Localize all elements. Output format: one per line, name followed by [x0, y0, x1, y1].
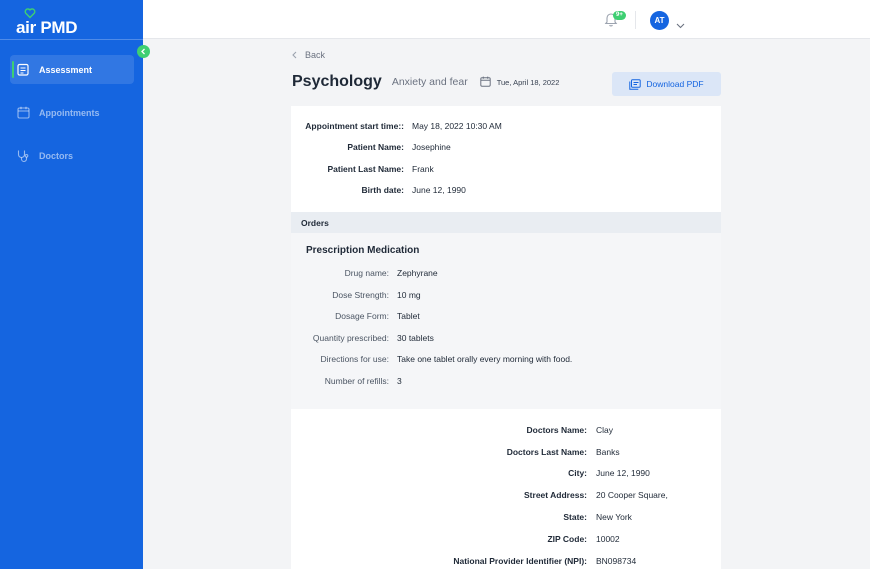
field-value: June 12, 1990 [412, 185, 466, 195]
field-value: Take one tablet orally every morning wit… [397, 354, 573, 364]
calendar-icon [480, 76, 491, 89]
field-label: Quantity prescribed: [312, 333, 389, 343]
field-row: Dosage Form: Tablet [291, 311, 420, 321]
sidebar-item-doctors[interactable]: Doctors [10, 141, 134, 170]
field-row: Patient Last Name: Frank [291, 164, 434, 174]
notification-badge: 9+ [613, 11, 626, 20]
field-row: City: June 12, 1990 [291, 468, 650, 478]
field-value: May 18, 2022 10:30 AM [412, 121, 502, 131]
field-value: 30 tablets [397, 333, 434, 343]
orders-section-header: Orders [291, 212, 721, 233]
field-value: Zephyrane [397, 268, 438, 278]
field-label: ZIP Code: [547, 534, 587, 544]
page-subtitle: Anxiety and fear [391, 76, 468, 88]
back-label: Back [305, 50, 326, 60]
date-text: Tue, April 18, 2022 [496, 77, 560, 87]
download-pdf-button[interactable]: Download PDF [612, 72, 721, 96]
download-pdf-label: Download PDF [646, 79, 704, 89]
sidebar: air PMD Assessment Appointments Doctors [0, 0, 143, 569]
field-value: Clay [596, 425, 614, 435]
chevron-left-icon [292, 51, 297, 59]
field-label: Patient Last Name: [327, 164, 404, 174]
field-value: Josephine [412, 142, 451, 152]
field-value: 10 mg [397, 290, 421, 300]
stethoscope-icon [16, 149, 30, 163]
field-label: Appointment start time:: [305, 121, 404, 131]
field-value: 20 Cooper Square, [596, 490, 668, 500]
pdf-icon [629, 78, 642, 90]
field-row: State: New York [291, 512, 632, 522]
page-header: Psychology Anxiety and fear Tue, April 1… [292, 73, 559, 91]
field-label: City: [568, 468, 587, 478]
field-label: Doctors Last Name: [506, 447, 587, 457]
field-label: Street Address: [524, 490, 587, 500]
user-menu-toggle[interactable] [676, 16, 685, 34]
field-row: Birth date: June 12, 1990 [291, 185, 466, 195]
logo[interactable]: air PMD [16, 8, 78, 38]
clipboard-icon [16, 63, 30, 77]
field-row: Doctors Name: Clay [291, 425, 613, 435]
field-value: Tablet [397, 311, 420, 321]
field-label: Patient Name: [347, 142, 404, 152]
field-row: National Provider Identifier (NPI): BN09… [291, 556, 636, 566]
logo-text: air PMD [16, 18, 78, 37]
field-value: 3 [397, 376, 402, 386]
field-row: Street Address: 20 Cooper Square, [291, 490, 668, 500]
field-label: Dose Strength: [332, 290, 389, 300]
topbar-divider [635, 11, 636, 29]
page-title: Psychology [292, 73, 382, 90]
chevron-down-icon [676, 23, 685, 29]
field-label: Dosage Form: [335, 311, 389, 321]
field-row: Patient Name: Josephine [291, 142, 451, 152]
field-label: State: [563, 512, 587, 522]
field-row: Appointment start time:: May 18, 2022 10… [291, 121, 502, 131]
field-label: Directions for use: [320, 354, 390, 364]
field-value: BN098734 [596, 556, 637, 566]
field-value: New York [596, 512, 632, 522]
field-label: Birth date: [361, 185, 405, 195]
chevron-left-icon [141, 48, 145, 55]
appointment-date: Tue, April 18, 2022 [480, 76, 560, 89]
field-value: Banks [596, 447, 620, 457]
field-row: Doctors Last Name: Banks [291, 447, 620, 457]
prescription-title: Prescription Medication [306, 245, 420, 256]
field-label: National Provider Identifier (NPI): [453, 556, 587, 566]
field-label: Number of refills: [324, 376, 389, 386]
back-link[interactable]: Back [292, 50, 325, 60]
field-label: Drug name: [344, 268, 389, 278]
field-row: Directions for use: Take one tablet oral… [291, 354, 573, 364]
field-value: Frank [412, 164, 434, 174]
sidebar-divider [0, 39, 143, 40]
field-value: 10002 [596, 534, 620, 544]
heart-logo-icon [24, 8, 36, 19]
sidebar-item-assessment[interactable]: Assessment [10, 55, 134, 84]
field-row: Number of refills: 3 [291, 376, 402, 386]
avatar[interactable]: AT [650, 11, 669, 30]
collapse-sidebar-button[interactable] [137, 45, 150, 58]
field-label: Doctors Name: [526, 425, 587, 435]
field-row: ZIP Code: 10002 [291, 534, 620, 544]
calendar-icon [16, 106, 30, 120]
sidebar-item-label: Doctors [39, 150, 74, 161]
field-row: Quantity prescribed: 30 tablets [291, 333, 434, 343]
field-row: Drug name: Zephyrane [291, 268, 438, 278]
sidebar-item-label: Appointments [39, 107, 100, 118]
topbar [143, 0, 870, 39]
field-value: June 12, 1990 [596, 468, 650, 478]
sidebar-item-label: Assessment [39, 64, 93, 75]
sidebar-item-appointments[interactable]: Appointments [10, 98, 134, 127]
field-row: Dose Strength: 10 mg [291, 290, 421, 300]
